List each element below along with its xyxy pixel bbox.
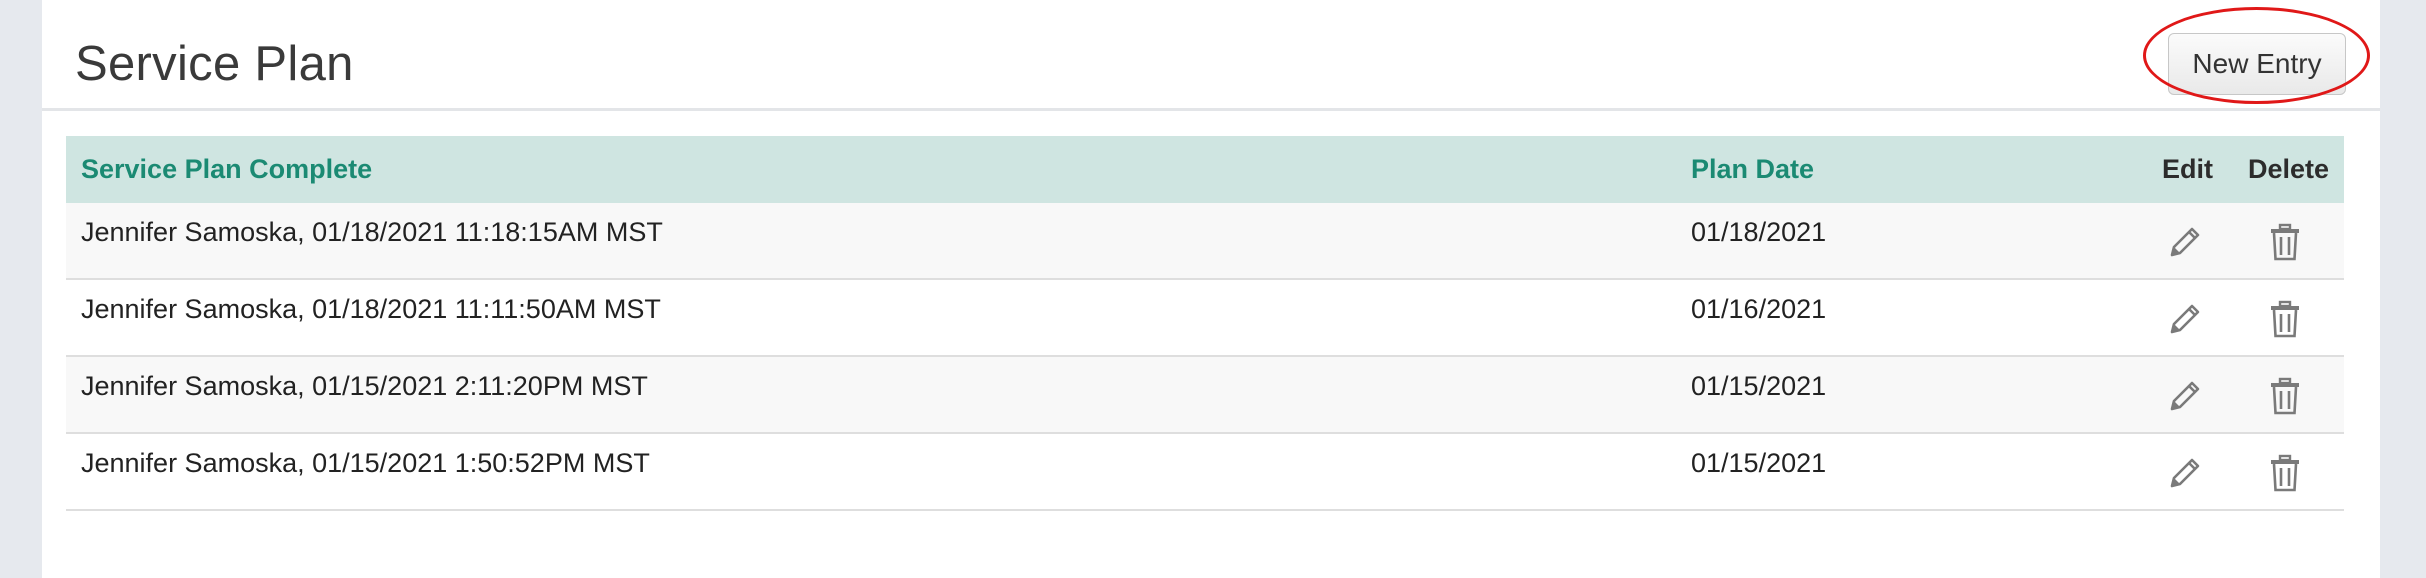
cell-plan-date: 01/15/2021 (1691, 448, 1827, 478)
cell-plan-date: 01/16/2021 (1691, 294, 1827, 324)
trash-icon[interactable] (2264, 298, 2306, 340)
cell-complete: Jennifer Samoska, 01/15/2021 1:50:52PM M… (81, 448, 650, 478)
pencil-icon[interactable] (2164, 452, 2206, 494)
cell-complete: Jennifer Samoska, 01/18/2021 11:18:15AM … (81, 217, 663, 247)
table-row: Jennifer Samoska, 01/15/2021 1:50:52PM M… (66, 434, 2344, 511)
table-row: Jennifer Samoska, 01/18/2021 11:18:15AM … (66, 203, 2344, 280)
new-entry-button[interactable]: New Entry (2168, 33, 2346, 95)
page-title: Service Plan (75, 37, 354, 91)
panel-header: Service Plan New Entry (42, 0, 2380, 111)
pencil-icon[interactable] (2164, 375, 2206, 417)
column-header-edit: Edit (2162, 154, 2213, 184)
trash-icon[interactable] (2264, 221, 2306, 263)
table-header: Service Plan Complete Plan Date Edit Del… (66, 136, 2344, 203)
trash-icon[interactable] (2264, 452, 2306, 494)
table-row: Jennifer Samoska, 01/15/2021 2:11:20PM M… (66, 357, 2344, 434)
table-row: Jennifer Samoska, 01/18/2021 11:11:50AM … (66, 280, 2344, 357)
pencil-icon[interactable] (2164, 221, 2206, 263)
cell-plan-date: 01/15/2021 (1691, 371, 1827, 401)
column-header-complete[interactable]: Service Plan Complete (81, 136, 372, 203)
service-plan-panel: Service Plan New Entry Service Plan Comp… (42, 0, 2380, 578)
cell-complete: Jennifer Samoska, 01/15/2021 2:11:20PM M… (81, 371, 648, 401)
column-header-plan-date[interactable]: Plan Date (1691, 136, 1814, 203)
cell-complete: Jennifer Samoska, 01/18/2021 11:11:50AM … (81, 294, 661, 324)
cell-plan-date: 01/18/2021 (1691, 217, 1827, 247)
column-header-delete: Delete (2248, 154, 2330, 184)
pencil-icon[interactable] (2164, 298, 2206, 340)
trash-icon[interactable] (2264, 375, 2306, 417)
service-plan-table: Service Plan Complete Plan Date Edit Del… (66, 136, 2344, 511)
